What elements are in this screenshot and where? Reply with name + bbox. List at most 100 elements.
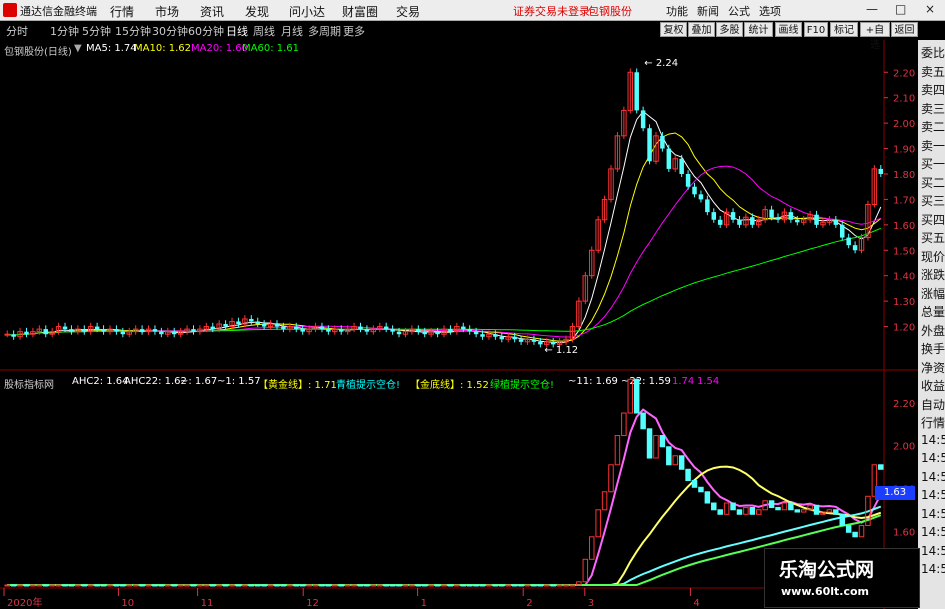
candle-body [833,219,839,225]
menu-faxian[interactable]: 发现 [245,3,269,20]
sub-candle [100,584,107,587]
tool-biaoji[interactable]: 标记 [830,22,858,37]
price-axis-label: 1.70 [893,195,915,206]
sub-yellow-line [7,465,882,586]
tool-fuquan[interactable]: 复权 [660,22,687,37]
menu-wenxiaoda[interactable]: 问小达 [289,3,325,20]
period-day[interactable]: 日线 [226,23,248,39]
tool-tongji[interactable]: 统计 [744,22,773,37]
candle-body [294,326,299,330]
sub-candle [878,464,884,470]
sub-candle [306,584,312,587]
period-60min[interactable]: 60分钟 [188,23,224,39]
sub-candle [203,584,210,587]
sub-candle [556,584,563,587]
maximize-icon[interactable]: □ [895,2,906,16]
menu-gongneng[interactable]: 功能 [666,3,688,19]
sub-candle [415,584,422,587]
sub-candle [177,584,184,587]
sub-candle [49,584,55,587]
menu-shichang[interactable]: 市场 [155,3,179,20]
tool-huaxian[interactable]: 画线 [775,22,802,37]
period-multi[interactable]: 多周期 [308,23,341,39]
kline-chart[interactable]: ← 2.24 ← 1.12 2.20 2.10 2.00 1.90 1.80 1.70 1.6… [0,40,918,609]
menu-jiaoyi[interactable]: 交易 [396,3,420,20]
sub-candle [299,584,306,587]
sub-candle [370,584,377,587]
sub-candle [466,584,473,587]
sub-candle [441,584,447,587]
candle-body [364,329,370,332]
tool-zixuan[interactable]: +自选 [860,22,890,51]
sub-candle [743,507,749,515]
candle-body [473,331,479,335]
sub-candle [704,491,711,504]
sub-candle [139,584,145,587]
sub-candle [691,480,698,488]
sub-candle [800,509,807,513]
close-icon[interactable]: × [925,2,935,16]
candle-body [11,334,16,337]
sub-candle [68,584,75,587]
sub-candle [550,584,556,587]
high-marker: ← 2.24 [644,58,678,69]
period-month[interactable]: 月线 [281,23,303,39]
minimize-icon[interactable]: — [866,2,878,16]
sub-candle [633,378,640,414]
sub-candle [396,584,402,587]
candle-body [255,321,260,325]
candle-body [191,329,196,332]
sub-candle [261,584,267,587]
menu-hangqing[interactable]: 行情 [110,3,134,20]
candle-body [62,326,68,330]
candle-body [775,217,781,220]
ma5-line [7,110,882,344]
quote-panel-label: 收益 [921,379,945,393]
sub-candle [845,525,852,533]
candle-body [435,331,440,335]
period-1min[interactable]: 1分钟 [50,23,79,39]
period-30min[interactable]: 30分钟 [152,23,188,39]
candle-body [281,326,286,330]
sub-candle [293,584,300,587]
sub-candle [120,584,126,587]
period-week[interactable]: 周线 [253,23,275,39]
menu-xinwen[interactable]: 新闻 [697,3,719,19]
period-5min[interactable]: 5分钟 [82,23,111,39]
candle-body [223,324,228,327]
menu-zixun[interactable]: 资讯 [200,3,224,20]
tool-fanhui[interactable]: 返回 [891,22,918,37]
sub-candle [640,412,646,430]
candle-body [730,212,736,220]
x-axis-label: 1 [421,598,427,609]
sub-candle [421,584,428,587]
candle-body [94,326,100,330]
sub-candle [43,584,49,587]
menu-xuanxiang[interactable]: 选项 [759,3,781,19]
quote-panel-label: 行情 [921,416,945,430]
tool-diejia[interactable]: 叠加 [688,22,715,37]
sub-candle [402,584,409,587]
candle-body [467,329,472,332]
sub-candle [216,584,222,587]
period-15min[interactable]: 15分钟 [115,23,151,39]
tool-duogu[interactable]: 多股 [716,22,743,37]
price-axis-label: 2.00 [893,119,915,130]
period-fenshi[interactable]: 分时 [6,23,28,39]
price-axis-label: 1.30 [893,297,915,308]
menu-caifuquan[interactable]: 财富圈 [342,3,378,20]
sub-candle [569,584,576,587]
current-price-tag: 1.63 [875,486,915,500]
sub-candle [781,502,788,511]
tool-f10[interactable]: F10 [804,22,828,37]
login-warning[interactable]: 证券交易未登录 [513,3,590,19]
menu-gongshi[interactable]: 公式 [728,3,750,19]
candle-body [236,321,241,325]
sub-candle [454,584,460,587]
price-axis-label: 1.40 [893,272,915,283]
period-more[interactable]: 更多 [343,23,365,39]
x-axis-label: 10 [121,598,134,609]
sub-candle [434,584,441,587]
candle-body [416,329,421,332]
sub-candle [197,584,203,587]
